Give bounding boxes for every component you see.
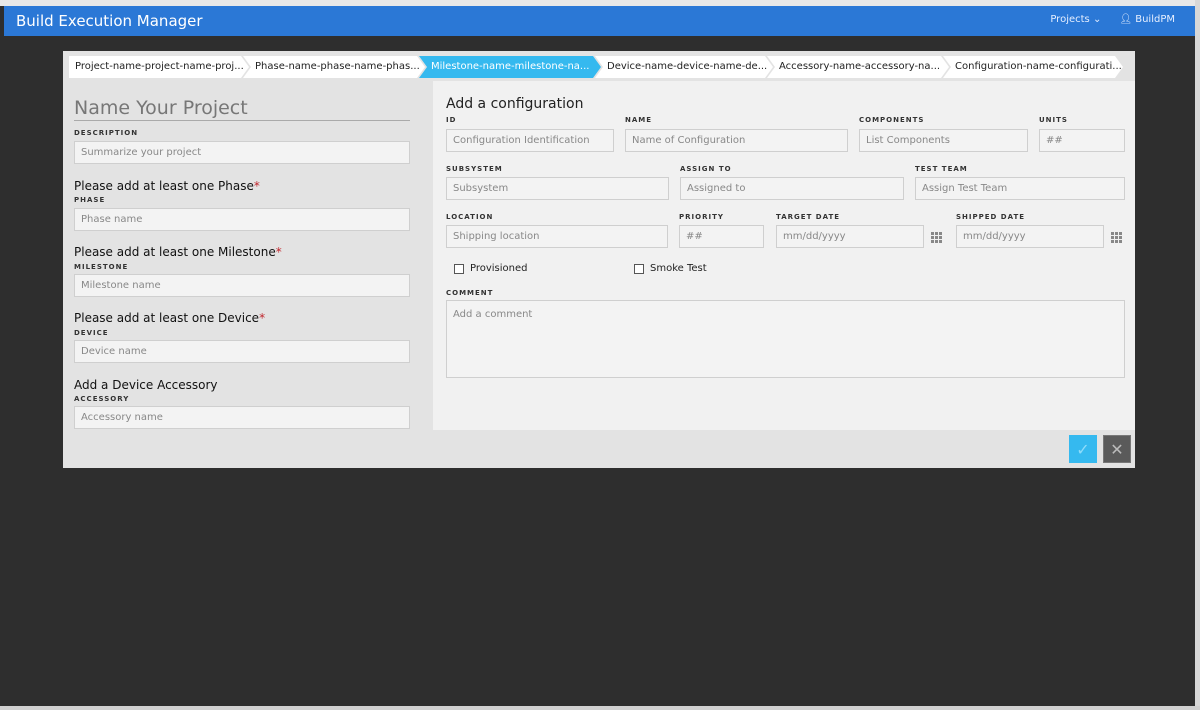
assign-to-label: ASSIGN TO	[680, 165, 732, 173]
location-label: LOCATION	[446, 213, 494, 221]
name-input[interactable]: Name of Configuration	[625, 129, 848, 152]
subsystem-label: SUBSYSTEM	[446, 165, 503, 173]
projects-menu[interactable]: Projects ⌄	[1050, 14, 1101, 25]
breadcrumb-milestone[interactable]: Milestone-name-milestone-na...	[419, 56, 601, 78]
shipped-date-input[interactable]: mm/dd/yyyy	[956, 225, 1104, 248]
breadcrumb: Project-name-project-name-proj... Phase-…	[69, 56, 1117, 78]
phase-input[interactable]: Phase name	[74, 208, 410, 231]
calendar-icon[interactable]	[931, 232, 942, 243]
project-panel: Name Your Project DESCRIPTION Summarize …	[63, 81, 433, 430]
id-input[interactable]: Configuration Identification	[446, 129, 614, 152]
configuration-panel: Add a configuration ID Configuration Ide…	[433, 81, 1135, 430]
name-label: NAME	[625, 116, 653, 124]
comment-textarea[interactable]: Add a comment	[446, 300, 1125, 378]
assign-to-input[interactable]: Assigned to	[680, 177, 904, 200]
user-icon: 👤︎	[1119, 14, 1133, 25]
checkbox-icon	[634, 263, 644, 274]
id-label: ID	[446, 116, 457, 124]
configuration-heading: Add a configuration	[446, 96, 584, 112]
confirm-button[interactable]: ✓	[1069, 435, 1097, 463]
description-label: DESCRIPTION	[74, 129, 139, 137]
app-title: Build Execution Manager	[16, 12, 203, 30]
description-input[interactable]: Summarize your project	[74, 141, 410, 164]
target-date-input[interactable]: mm/dd/yyyy	[776, 225, 924, 248]
modal-footer: ✓ ✕	[63, 430, 1135, 468]
breadcrumb-project[interactable]: Project-name-project-name-proj...	[69, 56, 249, 78]
calendar-icon[interactable]	[1111, 232, 1122, 243]
device-label: DEVICE	[74, 329, 109, 337]
breadcrumb-configuration[interactable]: Configuration-name-configurati...	[943, 56, 1123, 78]
cancel-button[interactable]: ✕	[1103, 435, 1131, 463]
smoke-test-checkbox[interactable]: Smoke Test	[634, 263, 707, 274]
checkbox-icon	[454, 263, 464, 274]
app-header: Build Execution Manager Projects ⌄ 👤︎ Bu…	[4, 6, 1195, 36]
provisioned-checkbox[interactable]: Provisioned	[454, 263, 528, 274]
device-heading: Please add at least one Device*	[74, 311, 266, 325]
priority-input[interactable]: ##	[679, 225, 764, 248]
accessory-input[interactable]: Accessory name	[74, 406, 410, 429]
milestone-label: MILESTONE	[74, 263, 129, 271]
units-label: UNITS	[1039, 116, 1068, 124]
window-edge-bottom	[0, 706, 1200, 710]
project-modal: Project-name-project-name-proj... Phase-…	[63, 51, 1135, 468]
target-date-label: TARGET DATE	[776, 213, 841, 221]
accessory-heading: Add a Device Accessory	[74, 378, 218, 392]
comment-label: COMMENT	[446, 289, 494, 297]
phase-label: PHASE	[74, 196, 106, 204]
close-icon: ✕	[1110, 439, 1124, 459]
test-team-label: TEST TEAM	[915, 165, 968, 173]
breadcrumb-accessory[interactable]: Accessory-name-accessory-na...	[767, 56, 949, 78]
components-label: COMPONENTS	[859, 116, 925, 124]
milestone-input[interactable]: Milestone name	[74, 274, 410, 297]
units-input[interactable]: ##	[1039, 129, 1125, 152]
phase-heading: Please add at least one Phase*	[74, 179, 260, 193]
user-menu[interactable]: 👤︎ BuildPM	[1119, 14, 1175, 25]
shipped-date-label: SHIPPED DATE	[956, 213, 1026, 221]
subsystem-input[interactable]: Subsystem	[446, 177, 669, 200]
components-input[interactable]: List Components	[859, 129, 1028, 152]
test-team-input[interactable]: Assign Test Team	[915, 177, 1125, 200]
breadcrumb-phase[interactable]: Phase-name-phase-name-phas...	[243, 56, 425, 78]
location-input[interactable]: Shipping location	[446, 225, 668, 248]
check-icon: ✓	[1076, 439, 1090, 459]
priority-label: PRIORITY	[679, 213, 724, 221]
accessory-label: ACCESSORY	[74, 395, 130, 403]
chevron-down-icon: ⌄	[1092, 14, 1102, 25]
window-edge	[1195, 0, 1200, 710]
breadcrumb-device[interactable]: Device-name-device-name-de...	[595, 56, 773, 78]
milestone-heading: Please add at least one Milestone*	[74, 245, 282, 259]
device-input[interactable]: Device name	[74, 340, 410, 363]
project-name-input[interactable]: Name Your Project	[74, 97, 410, 121]
